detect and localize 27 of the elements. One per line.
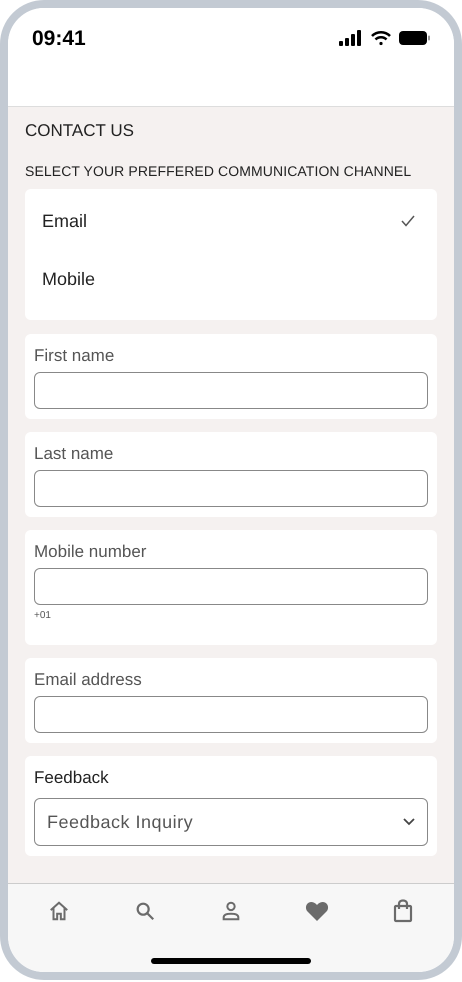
feedback-select[interactable]: Feedback Inquiry xyxy=(34,798,428,846)
text-field[interactable] xyxy=(34,568,428,605)
wifi-icon xyxy=(370,30,392,46)
field-label: First name xyxy=(34,345,116,367)
signal-icon xyxy=(339,30,364,46)
channel-option[interactable]: Mobile xyxy=(25,250,437,308)
search-icon[interactable] xyxy=(134,900,156,922)
channel-prompt: SELECT YOUR PREFFERED COMMUNICATION CHANNEL xyxy=(25,162,412,180)
shopping-bag-icon[interactable] xyxy=(393,899,413,923)
page-title: CONTACT US xyxy=(25,121,135,141)
chevron-down-icon xyxy=(403,818,415,826)
channel-option[interactable]: Email xyxy=(25,192,437,250)
battery-icon xyxy=(398,30,430,46)
channel-label: Email xyxy=(42,210,88,232)
text-field[interactable] xyxy=(34,696,428,733)
field-hint: +01 xyxy=(34,609,52,623)
channel-label: Mobile xyxy=(42,268,96,290)
status-time: 09:41 xyxy=(32,26,86,52)
field-label: Last name xyxy=(34,443,114,465)
field-label: Email address xyxy=(34,669,143,691)
home-icon[interactable] xyxy=(48,900,70,922)
text-field[interactable] xyxy=(34,372,428,409)
field-label: Mobile number xyxy=(34,541,148,563)
field-label: Feedback xyxy=(34,767,110,789)
person-icon[interactable] xyxy=(220,900,242,922)
text-field[interactable] xyxy=(34,470,428,507)
heart-icon[interactable] xyxy=(305,900,329,922)
